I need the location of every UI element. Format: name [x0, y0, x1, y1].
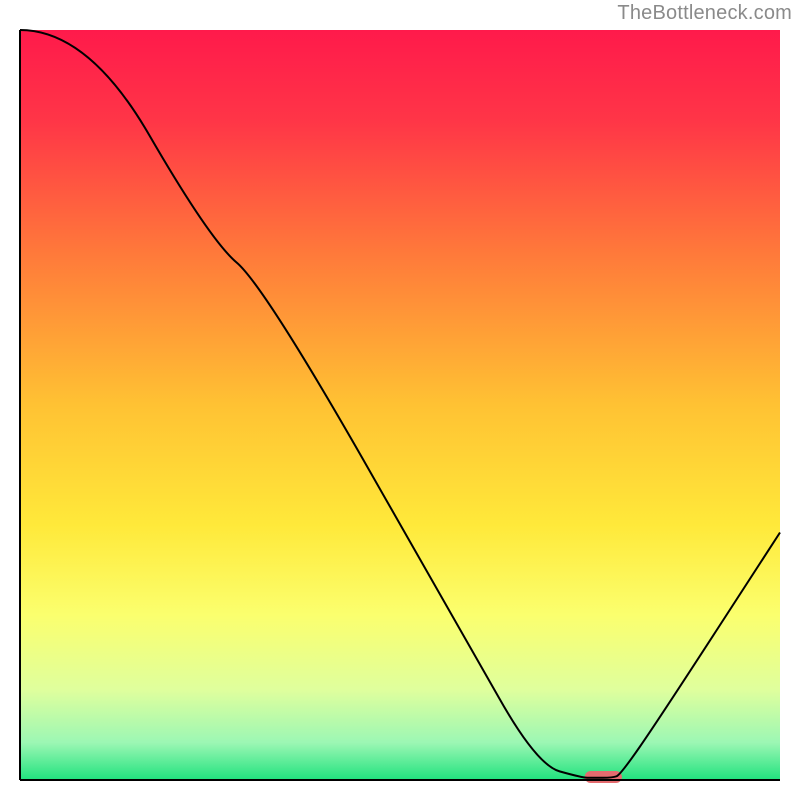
plot-background — [20, 30, 780, 780]
watermark-text: TheBottleneck.com — [617, 2, 792, 25]
chart-svg — [0, 0, 800, 800]
chart-stage: TheBottleneck.com — [0, 0, 800, 800]
